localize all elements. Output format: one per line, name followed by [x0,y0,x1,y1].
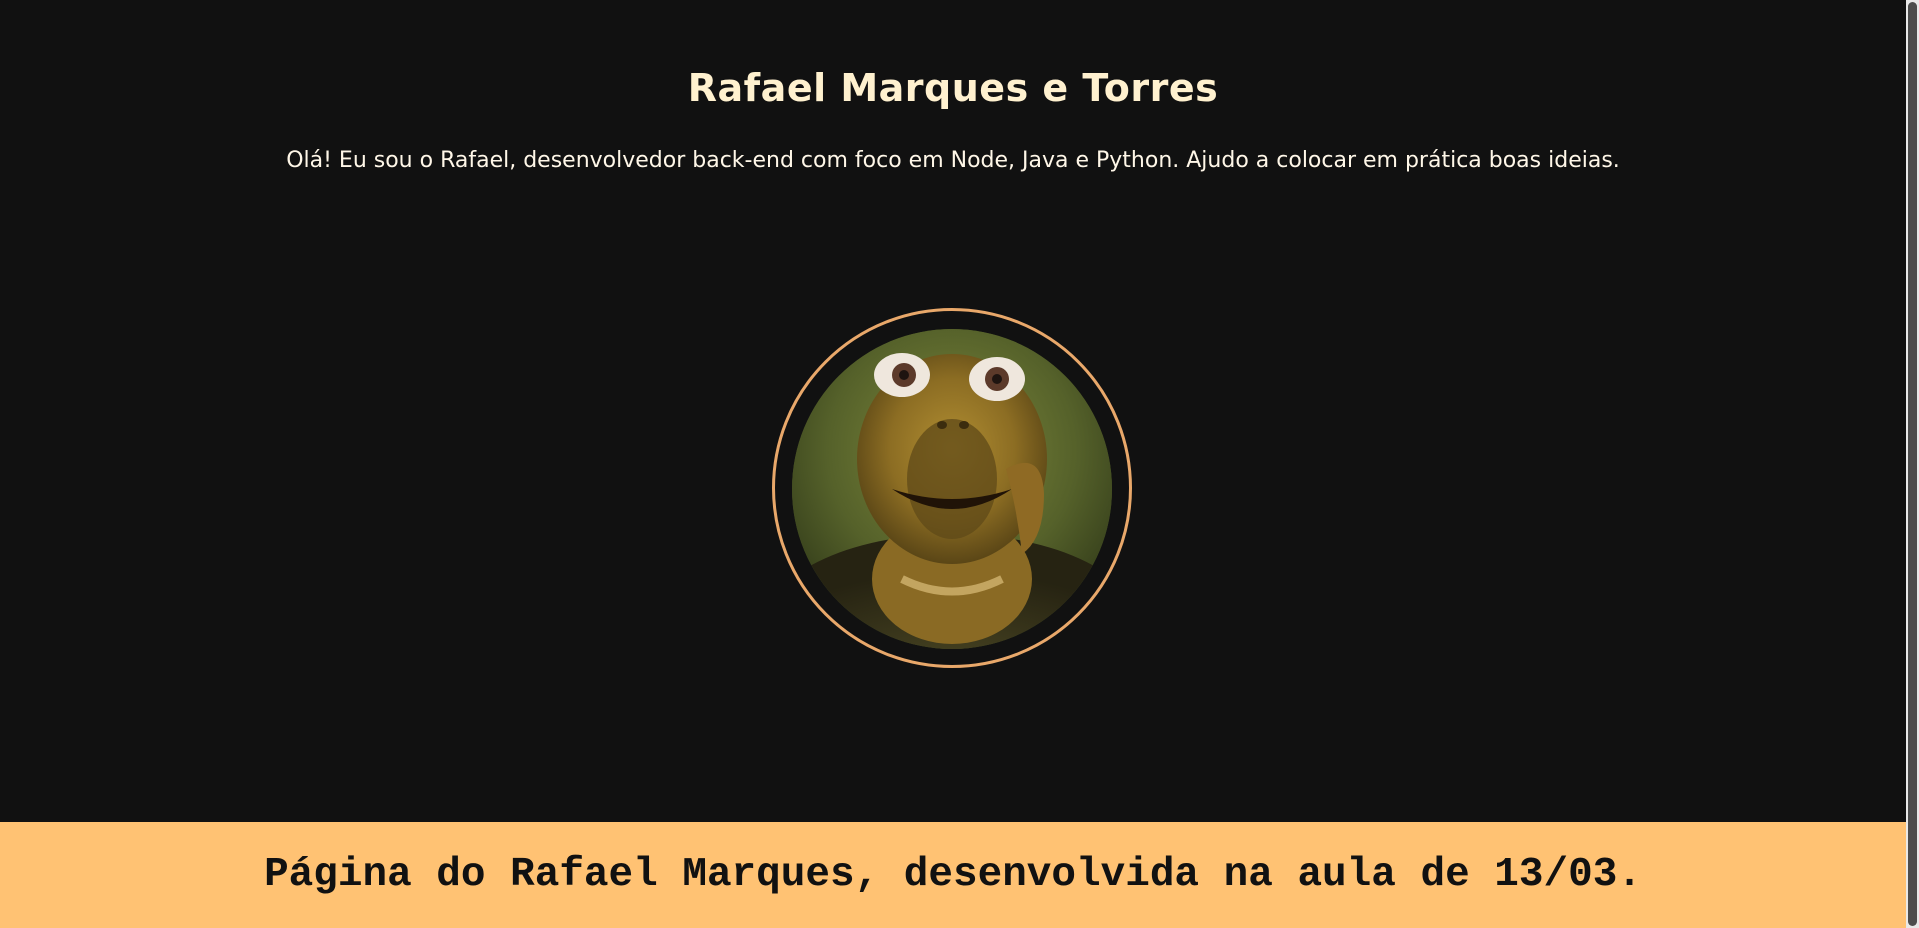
vertical-scrollbar[interactable] [1906,0,1919,928]
page-title: Rafael Marques e Torres [687,66,1219,110]
turtle-avatar-image [792,329,1112,649]
footer: Página do Rafael Marques, desenvolvida n… [0,822,1906,928]
scrollbar-thumb[interactable] [1908,2,1917,926]
profile-page: Rafael Marques e Torres Olá! Eu sou o Ra… [0,0,1919,928]
turtle-avatar-icon [792,329,1112,649]
bio-text: Olá! Eu sou o Rafael, desenvolvedor back… [286,148,1620,173]
footer-text: Página do Rafael Marques, desenvolvida n… [264,852,1642,898]
